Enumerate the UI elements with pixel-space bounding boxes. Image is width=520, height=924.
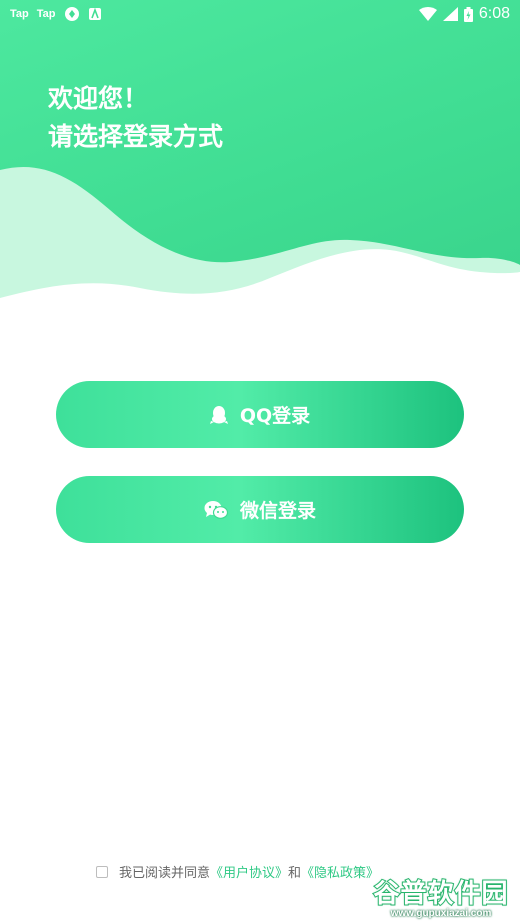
agreement-row: 我已阅读并同意 《用户协议》 和 《隐私政策》 [96, 862, 379, 881]
watermark: 谷普软件园 www.gupuxiazai.com [362, 868, 520, 924]
watermark-title: 谷普软件园 [372, 878, 509, 910]
agreement-prefix: 我已阅读并同意 [119, 866, 211, 881]
signal-icon [442, 7, 458, 21]
qq-login-button[interactable]: QQ登录 [56, 381, 464, 448]
greeting-line: 请选择登录方式 [48, 122, 224, 151]
agreement-checkbox[interactable] [96, 865, 108, 878]
wifi-icon [418, 7, 437, 21]
header-banner: Tap Tap 6:08 欢迎您！ 请选择登录方式 [0, 0, 520, 360]
app-notification-icon [64, 6, 80, 22]
wave-decoration [0, 166, 520, 360]
user-agreement-link[interactable]: 《用户协议》 [210, 862, 288, 881]
welcome-text: 欢迎您！ 请选择登录方式 [48, 80, 223, 156]
battery-icon [463, 6, 473, 22]
qq-login-label: QQ登录 [239, 405, 311, 427]
agreement-conjunction: 和 [288, 866, 302, 881]
wechat-login-button[interactable]: 微信登录 [56, 476, 464, 543]
wechat-icon [204, 500, 228, 520]
greeting-line: 欢迎您！ [48, 84, 149, 113]
watermark-url: www.gupuxiazai.com [390, 908, 492, 919]
status-app-label: Tap [10, 8, 29, 20]
status-app-label: Tap [36, 8, 56, 20]
app-notification-icon [88, 7, 102, 21]
wechat-login-label: 微信登录 [239, 500, 316, 522]
qq-penguin-icon [209, 405, 228, 425]
status-time: 6:08 [478, 5, 510, 22]
status-bar: Tap Tap 6:08 [0, 0, 520, 28]
